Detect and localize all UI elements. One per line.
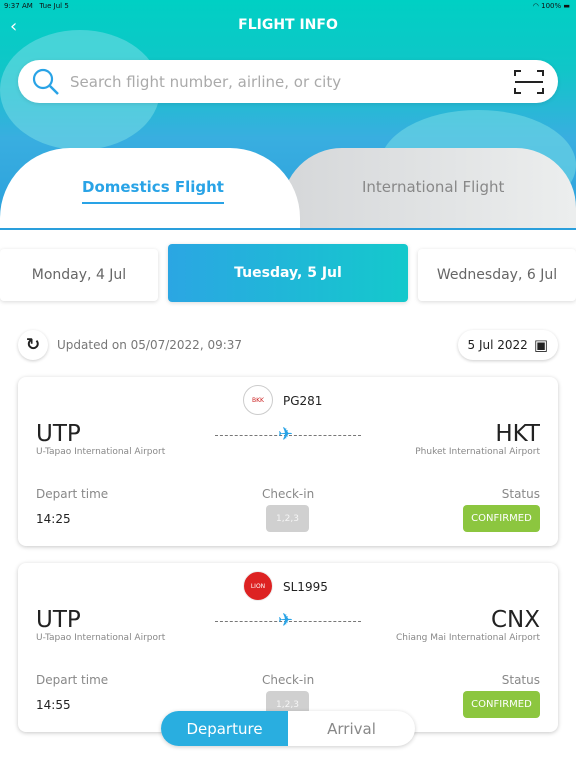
origin-code: UTP [36, 607, 81, 633]
airline-logo: LION [243, 571, 273, 601]
status-badge: CONFIRMED [463, 505, 540, 532]
update-row: ↻ Updated on 05/07/2022, 09:37 5 Jul 202… [18, 330, 558, 360]
destination-airport: Chiang Mai International Airport [395, 633, 540, 643]
origin-code: UTP [36, 421, 81, 447]
page-title: FLIGHT INFO [238, 17, 338, 33]
flight-card[interactable]: BKK PG281 UTP U-Tapao International Airp… [18, 377, 558, 546]
destination-code: HKT [495, 421, 540, 447]
date-picker-value: 5 Jul 2022 [467, 338, 528, 352]
depart-time: 14:55 [36, 698, 71, 712]
tab-domestic[interactable]: Domestics Flight [0, 148, 300, 228]
status-label: Status [501, 673, 540, 687]
flight-card[interactable]: LION SL1995 UTP U-Tapao International Ai… [18, 563, 558, 732]
destination-code: CNX [490, 607, 540, 633]
tab-international-label: International Flight [362, 178, 505, 196]
flight-type-tabs: International Flight Domestics Flight [0, 148, 576, 228]
date-picker-button[interactable]: 5 Jul 2022 ▣ [457, 330, 558, 360]
destination-airport: Phuket International Airport [415, 447, 540, 457]
checkin-label: Check-in [262, 673, 315, 687]
flight-number: SL1995 [283, 580, 328, 594]
tab-domestic-label: Domestics Flight [82, 178, 224, 204]
checkin-label: Check-in [262, 487, 315, 501]
tab-international[interactable]: International Flight [282, 148, 576, 228]
origin-airport: U-Tapao International Airport [36, 447, 166, 457]
plane-icon: ✈ [278, 610, 294, 631]
flight-number: PG281 [283, 394, 323, 408]
status-label: Status [501, 487, 540, 501]
battery-icon: ▬ [563, 2, 570, 10]
date-item-selected[interactable]: Tuesday, 5 Jul [168, 244, 408, 302]
date-item-prev[interactable]: Monday, 4 Jul [0, 249, 158, 301]
airline-logo: BKK [243, 385, 273, 415]
scan-icon[interactable] [514, 69, 544, 94]
updated-text: Updated on 05/07/2022, 09:37 [57, 338, 243, 352]
depart-label: Depart time [36, 487, 109, 501]
checkin-counters: 1,2,3 [266, 505, 309, 532]
status-date: Tue Jul 5 [39, 2, 69, 10]
status-bar: 9:37 AM Tue Jul 5 ◠ 100% ▬ [4, 2, 570, 10]
departure-button[interactable]: Departure [161, 711, 288, 746]
plane-icon: ✈ [278, 424, 294, 445]
depart-time: 14:25 [36, 512, 71, 526]
origin-airport: U-Tapao International Airport [36, 633, 166, 643]
refresh-icon[interactable]: ↻ [18, 330, 48, 360]
calendar-icon: ▣ [533, 336, 548, 354]
date-item-next[interactable]: Wednesday, 6 Jul [418, 249, 576, 301]
search-bar [18, 60, 558, 103]
battery-level: 100% [541, 2, 562, 10]
departure-arrival-toggle: Departure Arrival [161, 711, 415, 746]
depart-label: Depart time [36, 673, 109, 687]
arrival-button[interactable]: Arrival [288, 711, 415, 746]
wifi-icon: ◠ [532, 2, 542, 10]
search-input[interactable] [70, 72, 514, 91]
search-icon [32, 68, 59, 95]
status-time: 9:37 AM [4, 2, 33, 10]
date-carousel: Monday, 4 Jul Tuesday, 5 Jul Wednesday, … [0, 244, 576, 304]
status-badge: CONFIRMED [463, 691, 540, 718]
